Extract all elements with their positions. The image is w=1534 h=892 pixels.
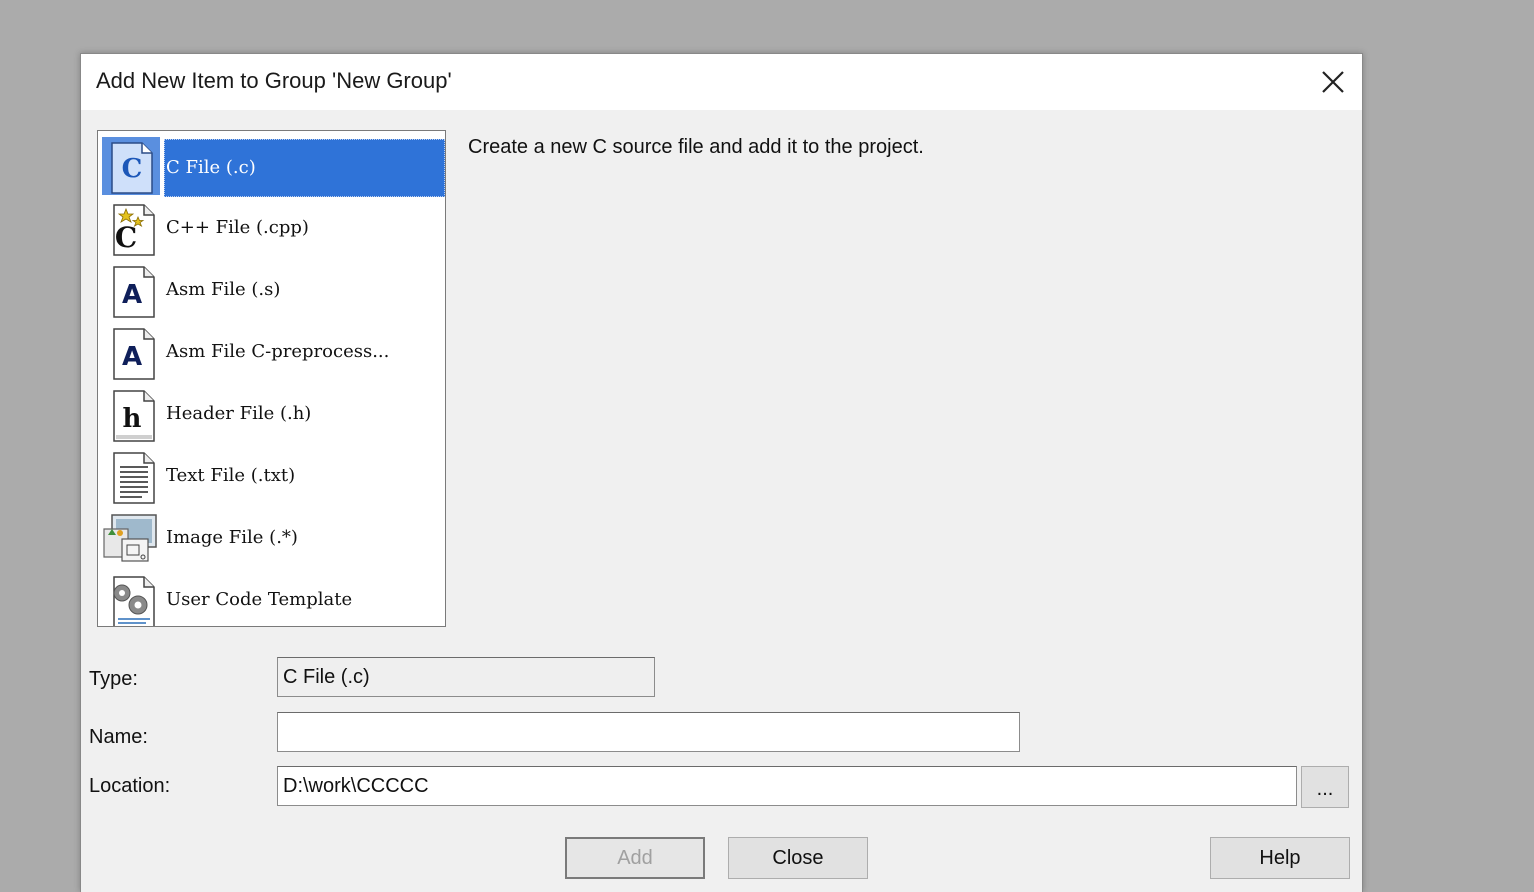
asm-file-icon: A (102, 261, 160, 319)
text-file-icon (102, 447, 160, 505)
list-item-image-file[interactable]: Image File (.*) (102, 507, 443, 569)
list-item-c-file[interactable]: C C File (.c) (102, 135, 445, 197)
list-item-label: Text File (.txt) (166, 465, 296, 486)
list-item-user-code-template[interactable]: User Code Template (102, 569, 443, 626)
type-field: C File (.c) (277, 657, 655, 697)
c-file-icon: C (102, 137, 160, 195)
name-input[interactable] (277, 712, 1020, 752)
list-item-label: User Code Template (166, 589, 353, 610)
svg-text:C: C (115, 221, 137, 254)
user-code-template-icon (102, 571, 160, 626)
browse-button[interactable]: ... (1301, 766, 1349, 808)
list-item-text-file[interactable]: Text File (.txt) (102, 445, 443, 507)
list-item-cpp-file[interactable]: C C++ File (.cpp) (102, 197, 443, 259)
list-item-asm-file[interactable]: A Asm File (.s) (102, 259, 443, 321)
list-item-label: Asm File C-preprocess... (166, 341, 390, 362)
list-item-label: C File (.c) (164, 139, 445, 197)
file-type-list[interactable]: C C File (.c) C C++ File (.cpp) A Asm Fi… (97, 130, 446, 627)
item-description: Create a new C source file and add it to… (468, 136, 924, 158)
help-button[interactable]: Help (1210, 837, 1350, 879)
asm-preprocess-file-icon: A (102, 323, 160, 381)
list-item-header-file[interactable]: h Header File (.h) (102, 383, 443, 445)
location-input[interactable]: D:\work\CCCCC (277, 766, 1297, 806)
list-item-label: Image File (.*) (166, 527, 298, 548)
list-item-label: Header File (.h) (166, 403, 312, 424)
svg-text:C: C (122, 154, 143, 184)
svg-text:A: A (122, 342, 142, 372)
add-button[interactable]: Add (565, 837, 705, 879)
list-item-label: C++ File (.cpp) (166, 217, 309, 238)
list-item-label: Asm File (.s) (166, 279, 281, 300)
type-label: Type: (89, 668, 138, 690)
close-button[interactable]: Close (728, 837, 868, 879)
title-bar: Add New Item to Group 'New Group' (81, 54, 1362, 110)
add-new-item-dialog: Add New Item to Group 'New Group' C C Fi… (80, 53, 1363, 892)
name-label: Name: (89, 726, 148, 748)
close-icon[interactable] (1304, 54, 1362, 110)
image-file-icon (102, 509, 160, 567)
header-file-icon: h (102, 385, 160, 443)
location-label: Location: (89, 775, 171, 797)
dialog-title: Add New Item to Group 'New Group' (96, 68, 452, 93)
svg-text:A: A (122, 280, 142, 310)
cpp-file-icon: C (102, 199, 160, 257)
list-item-asm-preprocess-file[interactable]: A Asm File C-preprocess... (102, 321, 443, 383)
svg-text:h: h (123, 404, 142, 434)
